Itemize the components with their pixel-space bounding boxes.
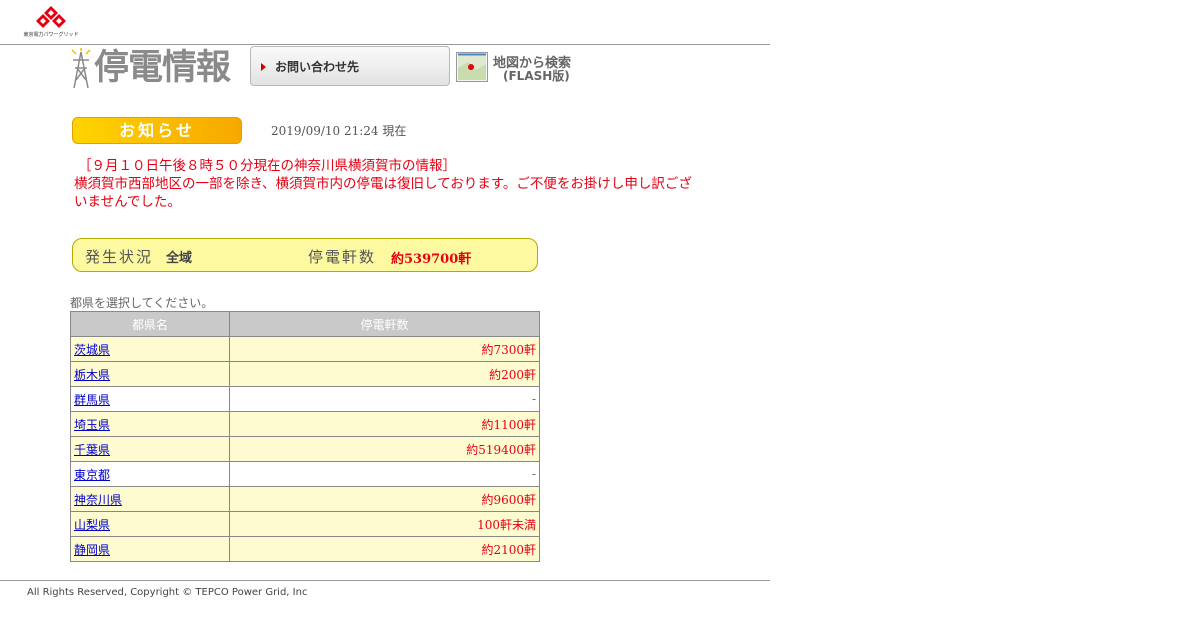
header-divider: [0, 44, 770, 45]
footer-divider: [0, 580, 770, 581]
notice-badge: お知らせ: [72, 117, 242, 144]
tepco-diamond-logo-icon: [36, 6, 66, 28]
outage-count: 約200軒: [229, 361, 540, 387]
notice-message-heading: ［９月１０日午後８時５０分現在の神奈川県横須賀市の情報］: [78, 158, 456, 174]
table-row: 埼玉県 約1100軒: [70, 411, 540, 437]
logo-caption: 東京電力パワーグリッド: [23, 32, 79, 38]
prefecture-link[interactable]: 山梨県: [74, 518, 110, 532]
outage-count: 約1100軒: [229, 411, 540, 437]
contact-label: お問い合わせ先: [275, 60, 360, 74]
table-row: 神奈川県 約9600軒: [70, 486, 540, 512]
arrow-right-icon: [261, 63, 266, 71]
notice-message: ［９月１０日午後８時５０分現在の神奈川県横須賀市の情報］ 横須賀市西部地区の一部…: [74, 157, 704, 211]
table-row: 栃木県 約200軒: [70, 361, 540, 387]
tepco-logo[interactable]: 東京電力パワーグリッド: [22, 6, 80, 38]
notice-message-body: 横須賀市西部地区の一部を除き、横須賀市内の停電は復旧しております。ご不便をお掛け…: [74, 176, 692, 210]
outage-count-total: 約539700軒: [391, 252, 472, 267]
select-prompt: 都県を選択してください。: [70, 296, 214, 310]
transmission-tower-icon: [71, 48, 91, 88]
timestamp: 2019/09/10 21:24 現在: [271, 122, 406, 139]
table-row: 群馬県 -: [70, 386, 540, 412]
copyright: All Rights Reserved, Copyright © TEPCO P…: [27, 587, 308, 598]
table-row: 山梨県 100軒未満: [70, 511, 540, 537]
status-area: 全域: [166, 251, 193, 266]
status-label: 発生状況: [85, 248, 154, 266]
title-text: 停電情報: [94, 48, 231, 88]
prefecture-link[interactable]: 東京都: [74, 468, 110, 482]
prefecture-link[interactable]: 静岡県: [74, 543, 110, 557]
map-search-version: (FLASH版): [503, 69, 570, 83]
prefecture-link[interactable]: 千葉県: [74, 443, 110, 457]
outage-count: 約9600軒: [229, 486, 540, 512]
outage-count: 約2100軒: [229, 536, 540, 562]
status-summary: 発生状況 全域 停電軒数 約539700軒: [72, 238, 538, 272]
prefecture-link[interactable]: 群馬県: [74, 393, 110, 407]
timestamp-suffix: 現在: [382, 124, 407, 138]
outage-count: 約7300軒: [229, 336, 540, 362]
outage-count: -: [229, 461, 540, 487]
column-header-outage-count: 停電軒数: [229, 311, 540, 337]
map-icon: [456, 52, 488, 82]
outage-count: -: [229, 386, 540, 412]
prefecture-link[interactable]: 埼玉県: [74, 418, 110, 432]
notice-badge-label: お知らせ: [119, 121, 195, 140]
outage-count-label: 停電軒数: [308, 248, 377, 266]
table-row: 茨城県 約7300軒: [70, 336, 540, 362]
map-search-link[interactable]: 地図から検索 (FLASH版): [456, 50, 576, 88]
outage-count: 約519400軒: [229, 436, 540, 462]
prefecture-link[interactable]: 神奈川県: [74, 493, 122, 507]
column-header-prefecture: 都県名: [70, 311, 230, 337]
prefecture-table: 都県名 停電軒数 茨城県 約7300軒 栃木県 約200軒 群馬県 - 埼玉県 …: [70, 311, 540, 562]
prefecture-link[interactable]: 茨城県: [74, 343, 110, 357]
outage-count: 100軒未満: [229, 511, 540, 537]
table-row: 千葉県 約519400軒: [70, 436, 540, 462]
timestamp-value: 2019/09/10 21:24: [271, 124, 379, 138]
contact-button[interactable]: お問い合わせ先: [250, 46, 450, 86]
page-title: 停電情報: [70, 46, 250, 90]
table-row: 東京都 -: [70, 461, 540, 487]
table-row: 静岡県 約2100軒: [70, 536, 540, 562]
prefecture-link[interactable]: 栃木県: [74, 368, 110, 382]
